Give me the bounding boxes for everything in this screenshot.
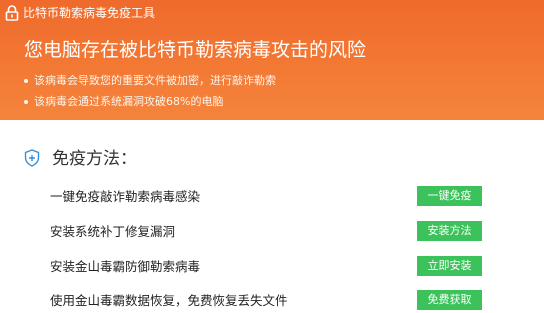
method-label: 使用金山毒霸数据恢复，免费恢复丢失文件 xyxy=(50,293,288,308)
method-label: 一键免疫敲诈勒索病毒感染 xyxy=(50,189,201,204)
method-row: 使用金山毒霸数据恢复，免费恢复丢失文件 免费获取 xyxy=(50,289,490,313)
method-row: 一键免疫敲诈勒索病毒感染 一键免疫 xyxy=(50,185,490,209)
warning-header: 比特币勒索病毒免疫工具 您电脑存在被比特币勒索病毒攻击的风险 该病毒会导致您的重… xyxy=(0,0,544,120)
bullet-dot xyxy=(24,100,28,104)
method-label: 安装系统补丁修复漏洞 xyxy=(50,224,176,239)
install-now-button[interactable]: 立即安装 xyxy=(417,256,482,276)
risk-bullet: 该病毒会通过系统漏洞攻破68%的电脑 xyxy=(24,91,276,112)
section-title: 免疫方法： xyxy=(52,149,137,169)
method-row: 安装金山毒霸防御勒索病毒 立即安装 xyxy=(50,255,490,279)
free-get-button[interactable]: 免费获取 xyxy=(417,290,482,310)
risk-bullets: 该病毒会导致您的重要文件被加密，进行敲诈勒索 该病毒会通过系统漏洞攻破68%的电… xyxy=(24,70,276,112)
risk-bullet-text: 该病毒会通过系统漏洞攻破68%的电脑 xyxy=(34,95,224,108)
install-method-button[interactable]: 安装方法 xyxy=(417,221,482,241)
risk-headline: 您电脑存在被比特币勒索病毒攻击的风险 xyxy=(24,39,367,61)
risk-bullet: 该病毒会导致您的重要文件被加密，进行敲诈勒索 xyxy=(24,70,276,91)
method-row: 安装系统补丁修复漏洞 安装方法 xyxy=(50,220,490,244)
method-label: 安装金山毒霸防御勒索病毒 xyxy=(50,259,201,274)
lock-icon xyxy=(5,5,19,21)
bullet-dot xyxy=(24,79,28,83)
content-area: 免疫方法： 一键免疫敲诈勒索病毒感染 一键免疫 安装系统补丁修复漏洞 安装方法 … xyxy=(0,120,544,312)
risk-bullet-text: 该病毒会导致您的重要文件被加密，进行敲诈勒索 xyxy=(34,74,276,87)
one-click-immunize-button[interactable]: 一键免疫 xyxy=(417,186,482,206)
title-bar: 比特币勒索病毒免疫工具 xyxy=(0,0,544,26)
app-window: 比特币勒索病毒免疫工具 您电脑存在被比特币勒索病毒攻击的风险 该病毒会导致您的重… xyxy=(0,0,544,312)
window-title: 比特币勒索病毒免疫工具 xyxy=(23,6,156,20)
shield-plus-icon xyxy=(24,149,40,167)
